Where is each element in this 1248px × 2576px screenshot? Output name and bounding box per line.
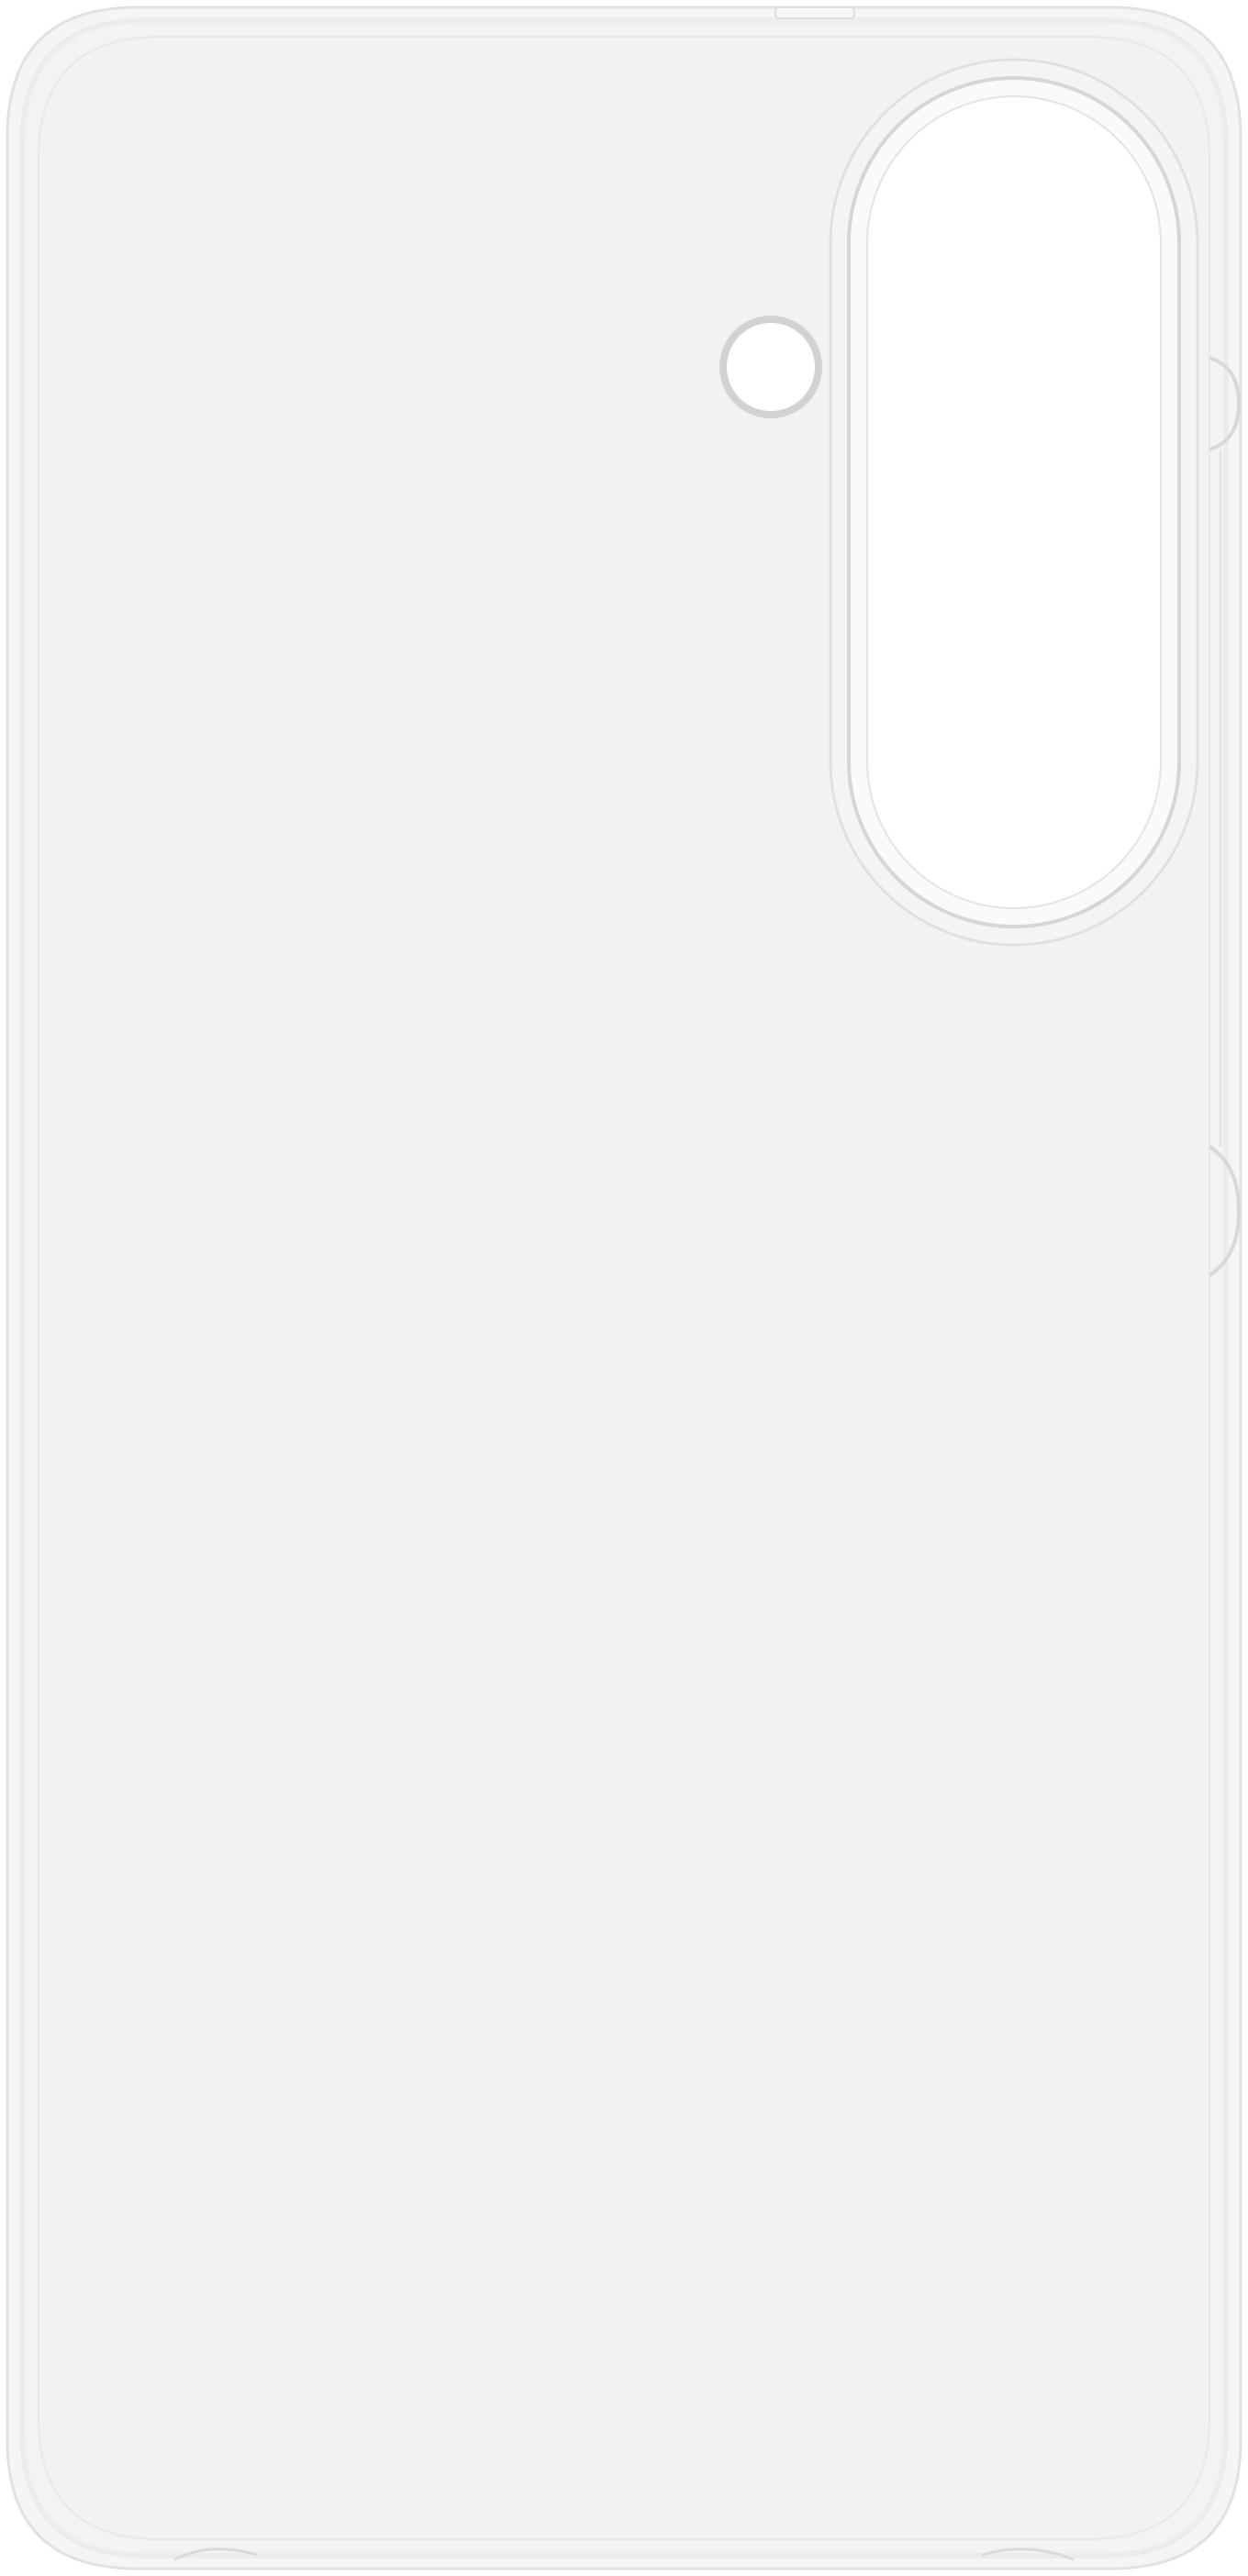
flash-hole	[719, 316, 822, 418]
clear-case-illustration	[6, 6, 1242, 2570]
top-seam	[774, 6, 855, 19]
camera-cutout	[866, 95, 1162, 909]
product-image	[0, 0, 1248, 2576]
